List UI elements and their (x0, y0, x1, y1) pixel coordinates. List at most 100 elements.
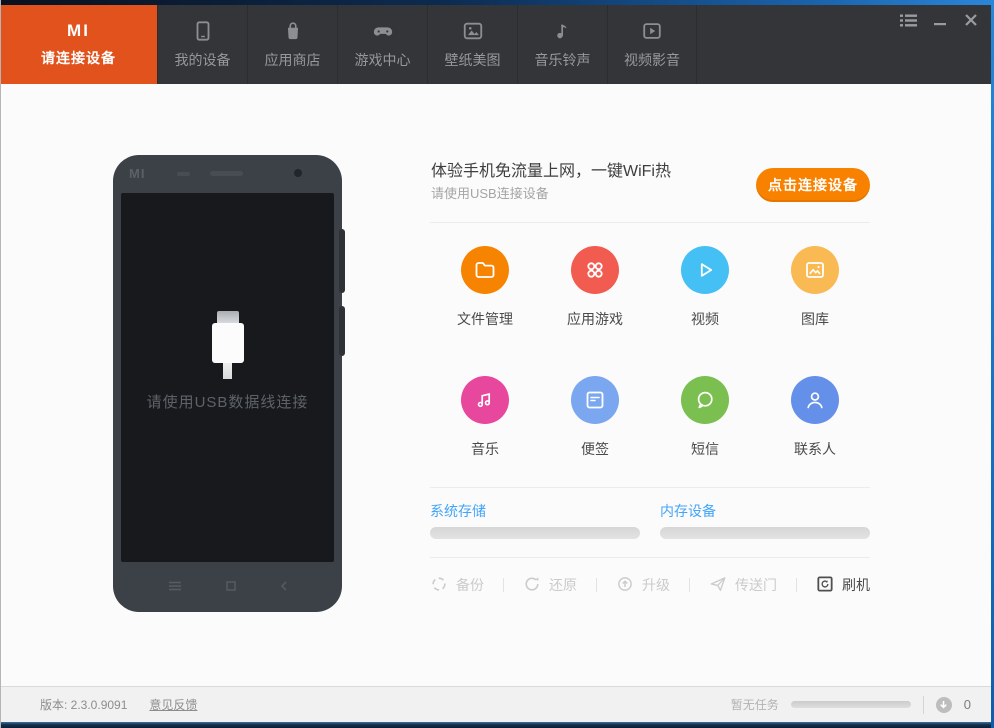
task-count: 0 (963, 697, 971, 712)
tool-label: 备份 (456, 577, 484, 593)
shortcut-video[interactable]: 视频 (650, 246, 760, 329)
portal-button[interactable]: 传送门 (709, 575, 777, 596)
tab-label: 游戏中心 (354, 51, 411, 68)
tool-label: 还原 (549, 577, 577, 593)
play-icon (681, 246, 729, 294)
shortcut-label: 应用游戏 (567, 311, 623, 327)
contacts-icon (791, 376, 839, 424)
tool-label: 升级 (642, 577, 670, 593)
phone-menu-icon (168, 578, 182, 596)
shortcut-contacts[interactable]: 联系人 (760, 376, 870, 459)
download-tasks-icon[interactable] (935, 696, 952, 713)
sms-icon (681, 376, 729, 424)
shortcut-row-2: 音乐 便签 短信 联系人 (430, 376, 870, 459)
footer-left: 版本: 2.3.0.9091 意见反馈 (40, 696, 197, 713)
task-status-label: 暂无任务 (730, 698, 779, 712)
tool-label: 传送门 (735, 577, 777, 593)
backup-button[interactable]: 备份 (430, 575, 484, 596)
tab-label: 壁纸美图 (444, 51, 501, 68)
shortcut-label: 联系人 (794, 441, 836, 457)
minimize-icon[interactable] (934, 14, 947, 27)
footer-separator (922, 695, 924, 714)
top-navbar: MI 请连接设备 我的设备 应用商店 游戏中心 壁纸美图 音乐铃声 视频影音 (0, 5, 994, 84)
tab-label: 我的设备 (174, 51, 231, 68)
shortcut-label: 文件管理 (457, 311, 513, 327)
tab-video[interactable]: 视频影音 (607, 5, 697, 84)
tab-label: 视频影音 (624, 51, 680, 68)
menu-list-icon[interactable] (900, 14, 917, 27)
window-border-top (0, 0, 994, 5)
shortcut-apps-games[interactable]: 应用游戏 (540, 246, 650, 329)
mi-pc-suite-window: MI 请连接设备 我的设备 应用商店 游戏中心 壁纸美图 音乐铃声 视频影音 M… (0, 0, 994, 728)
phone-camera (294, 169, 302, 177)
upgrade-icon (616, 575, 634, 596)
video-icon (641, 20, 663, 42)
folder-icon (461, 246, 509, 294)
window-border-bottom (0, 722, 994, 728)
wallpaper-icon (462, 20, 484, 42)
toolbar-separator (503, 578, 504, 592)
action-toolbar: 备份 还原 升级 传送门 刷机 (430, 571, 870, 599)
memory-device-bar (660, 527, 870, 539)
phone-screen: 请使用USB数据线连接 (121, 193, 334, 562)
phone-power-button (339, 306, 345, 356)
shortcut-music[interactable]: 音乐 (430, 376, 540, 459)
shortcut-label: 图库 (801, 311, 829, 327)
tab-my-device[interactable]: 我的设备 (157, 5, 247, 84)
flash-rom-button[interactable]: 刷机 (816, 575, 870, 596)
shortcut-label: 短信 (691, 441, 719, 457)
divider (430, 222, 870, 223)
shortcut-file-manager[interactable]: 文件管理 (430, 246, 540, 329)
window-controls (900, 13, 978, 27)
status-bar: 版本: 2.3.0.9091 意见反馈 暂无任务 0 (1, 686, 991, 722)
shortcut-sms[interactable]: 短信 (650, 376, 760, 459)
phone-brand-logo: MI (129, 166, 146, 181)
note-icon (571, 376, 619, 424)
gallery-icon (791, 246, 839, 294)
tab-wallpaper[interactable]: 壁纸美图 (427, 5, 517, 84)
feedback-link[interactable]: 意见反馈 (149, 696, 197, 713)
apps-icon (571, 246, 619, 294)
store-bag-icon (282, 20, 304, 42)
usb-hint: 请使用USB连接设备 (431, 186, 549, 201)
tab-music-ringtone[interactable]: 音乐铃声 (517, 5, 607, 84)
phone-back-icon (280, 578, 288, 596)
flash-icon (816, 575, 834, 596)
divider (430, 487, 870, 488)
tab-connect-device[interactable]: MI 请连接设备 (0, 5, 157, 84)
shortcut-notes[interactable]: 便签 (540, 376, 650, 459)
close-icon[interactable] (964, 13, 978, 27)
tool-label: 刷机 (842, 577, 870, 593)
usb-plug-icon (211, 311, 244, 379)
shortcut-label: 视频 (691, 311, 719, 327)
system-storage-label: 系统存储 (430, 503, 486, 519)
wifi-headline: 体验手机免流量上网，一键WiFi热 (431, 163, 671, 180)
backup-icon (430, 575, 448, 596)
divider (430, 557, 870, 558)
tab-game-center[interactable]: 游戏中心 (337, 5, 427, 84)
restore-icon (523, 575, 541, 596)
connect-device-button[interactable]: 点击连接设备 (756, 168, 870, 202)
tab-label: 应用商店 (264, 51, 321, 68)
portal-paper-plane-icon (709, 575, 727, 596)
toolbar-separator (596, 578, 597, 592)
toolbar-separator (796, 578, 797, 592)
tab-label: 音乐铃声 (534, 51, 591, 68)
task-progress-bar (790, 701, 911, 708)
system-storage-bar (430, 527, 640, 539)
tab-app-store[interactable]: 应用商店 (247, 5, 337, 84)
mi-logo: MI (67, 21, 90, 40)
memory-device-label: 内存设备 (660, 503, 716, 519)
shortcut-gallery[interactable]: 图库 (760, 246, 870, 329)
upgrade-button[interactable]: 升级 (616, 575, 670, 596)
phone-nav-bar (113, 578, 342, 596)
usb-connect-message: 请使用USB数据线连接 (146, 394, 309, 411)
phone-illustration: MI 请使用USB数据线连接 (113, 155, 345, 612)
window-border-left (0, 0, 1, 728)
active-tab-label: 请连接设备 (41, 50, 116, 66)
shortcut-label: 便签 (581, 441, 609, 457)
restore-button[interactable]: 还原 (523, 575, 577, 596)
shortcut-row-1: 文件管理 应用游戏 视频 图库 (430, 246, 870, 329)
music-notes-icon (461, 376, 509, 424)
footer-right: 暂无任务 0 (730, 695, 971, 714)
